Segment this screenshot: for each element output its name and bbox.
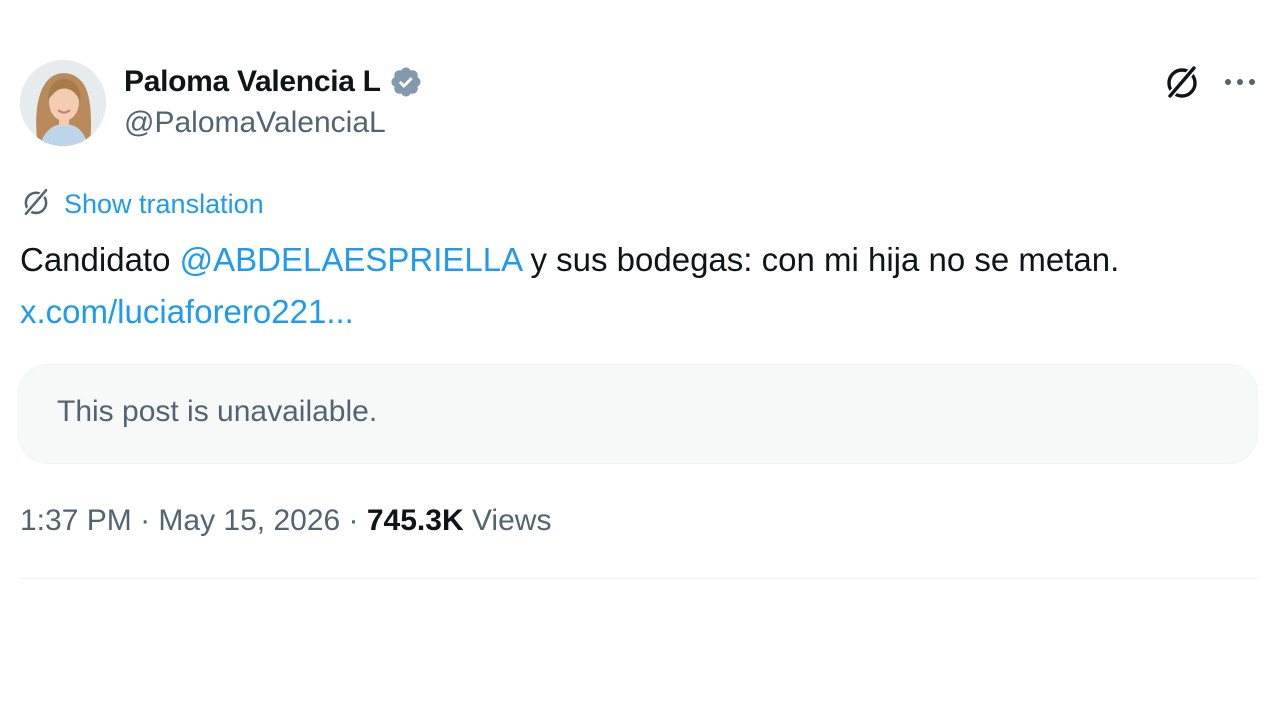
tweet-meta: 1:37 PM · May 15, 2026 · 745.3K Views [20,504,551,538]
more-icon[interactable] [1220,62,1260,102]
header-actions [1162,62,1260,102]
meta-separator: · [131,504,159,537]
views-label: Views [463,504,552,537]
author-handle[interactable]: @PalomaValenciaL [124,106,423,140]
avatar[interactable] [20,60,106,146]
tweet-text-part: y sus bodegas: con mi hija no se metan. [521,241,1120,278]
show-translation-label: Show translation [64,189,264,219]
meta-separator: · [340,504,367,537]
quoted-post-card[interactable]: This post is unavailable. [18,364,1258,464]
translate-icon [20,186,52,223]
tweet: Paloma Valencia L @PalomaValenciaL Show … [0,0,1280,720]
name-row: Paloma Valencia L [124,62,423,102]
verified-badge-icon[interactable] [389,65,423,99]
timestamp-date[interactable]: May 15, 2026 [158,504,340,538]
author-display-name[interactable]: Paloma Valencia L [124,65,381,99]
author-block: Paloma Valencia L @PalomaValenciaL [124,62,423,140]
tweet-text-part: Candidato [20,241,180,278]
tweet-header: Paloma Valencia L @PalomaValenciaL [20,60,1260,150]
divider [20,578,1258,579]
grok-icon[interactable] [1162,62,1202,102]
views-count[interactable]: 745.3K [367,504,464,538]
timestamp-time[interactable]: 1:37 PM [20,504,132,538]
tweet-text: Candidato @ABDELAESPRIELLA y sus bodegas… [20,234,1265,338]
tweet-url-link[interactable]: x.com/luciaforero221... [20,293,354,330]
mention-link[interactable]: @ABDELAESPRIELLA [180,241,522,278]
show-translation-button[interactable]: Show translation [20,186,264,223]
unavailable-message: This post is unavailable. [57,395,378,428]
